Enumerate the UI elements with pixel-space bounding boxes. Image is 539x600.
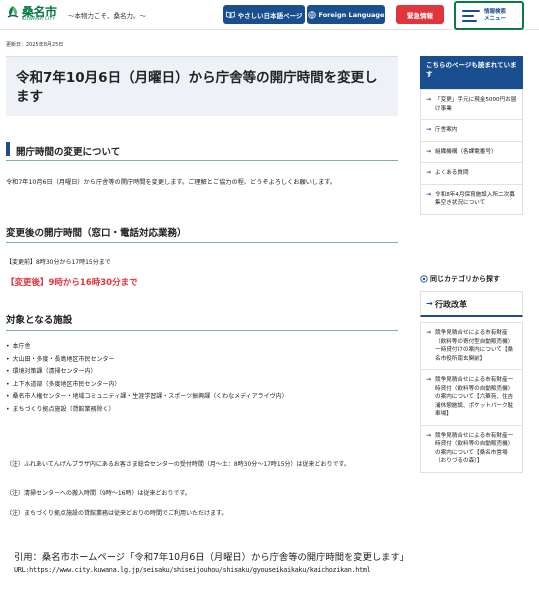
logo-mark-icon: [7, 6, 19, 18]
category-item-label: 競争見積合せによる市有財産（飲料等の寄付型自動販売機）一時貸付けの案内について【…: [435, 330, 514, 362]
arrow-right-icon: →: [426, 299, 433, 308]
note-customer-center: （注）ふれあいてんげんプラザ内にあるお客さま総合センターの受付時間（月～土：8時…: [6, 461, 350, 468]
list-item: まちづくり拠点施設（貸館業務除く）: [6, 404, 288, 417]
also-read-link-label: 令和8年4月保育施設入所二次募集空き状況について: [435, 191, 515, 207]
arrow-right-icon: →: [426, 329, 432, 336]
book-icon: [225, 11, 235, 18]
logo-subtitle: KUWANA CITY: [22, 17, 56, 22]
search-menu-button[interactable]: 情報検索 メニュー: [454, 1, 524, 30]
also-read-heading: こちらのページも読まれています: [420, 56, 523, 89]
site-header: 桑名市 KUWANA CITY ～本物力こそ、桑名力。～ やさしい日本語ページ …: [0, 0, 539, 30]
page-title: 令和7年10月6日（月曜日）から庁舎等の開庁時間を変更します: [16, 70, 378, 105]
category-link-label: 行政改革: [435, 300, 467, 309]
arrow-right-icon: →: [426, 96, 432, 103]
also-read-list: → 「変更」手元に現金5000円お届け事業 → 庁舎案内 → 組織機構（各課電番号） …: [420, 89, 523, 215]
arrow-right-icon: →: [426, 190, 432, 198]
arrow-right-icon: →: [426, 431, 432, 439]
section-heading-box: 開庁時間の変更について: [6, 141, 398, 161]
category-item-label: 競争見積合せによる市有財産一時貸付（飲料等の自動販売機）の案内について【六華苑、…: [435, 377, 514, 417]
also-read-link-label: 組織機構（各課電番号）: [435, 148, 497, 155]
list-item: 本庁舎: [6, 341, 288, 354]
globe-icon: [307, 10, 316, 19]
category-list: → 競争見積合せによる市有財産（飲料等の寄付型自動販売機）一時貸付けの案内について…: [420, 322, 523, 473]
heading-accent-bar: [6, 142, 10, 156]
category-item-link[interactable]: → 競争見積合せによる市有財産（飲料等の寄付型自動販売機）一時貸付けの案内について…: [421, 323, 522, 369]
facilities-heading: 対象となる施設: [6, 315, 73, 326]
also-read-link[interactable]: → 組織機構（各課電番号）: [421, 140, 522, 163]
also-read-link-label: よくある質問: [435, 170, 469, 176]
list-item: 環境対策課（清掃センター内）: [6, 366, 288, 379]
note-machizukuri: （注）まちづくり拠点施設の貸館業務は従来どおりの時間でご利用いただけます。: [6, 510, 228, 517]
category-item-link[interactable]: → 競争見積合せによる市有財産一時貸付（飲料等の自動販売機）の案内について【六華苑…: [421, 369, 522, 425]
category-item-link[interactable]: → 競争見積合せによる市有財産一時貸付（飲料等の自動販売機）の案内について【桑名市…: [421, 424, 522, 472]
note-cleaning-center: （注）清掃センターへの搬入時間（9時～16時）は従来どおりです。: [6, 490, 191, 497]
search-icon: [420, 275, 428, 283]
site-logo[interactable]: 桑名市 KUWANA CITY: [6, 4, 64, 26]
site-tagline: ～本物力こそ、桑名力。～: [68, 12, 146, 20]
category-link[interactable]: → 行政改革: [420, 291, 523, 317]
hours-after: 【変更後】9時から16時30分まで: [6, 278, 138, 288]
hours-heading: 変更後の開庁時間（窓口・電話対応業務）: [6, 228, 187, 239]
list-item: 大山田・多度・長島地区市民センター: [6, 354, 288, 367]
citation-text: 引用：桑名市ホームページ「令和7年10月6日（月曜日）から庁舎等の開庁時間を変更…: [14, 552, 410, 563]
foreign-language-button[interactable]: Foreign Language: [307, 5, 385, 24]
also-read-link[interactable]: → よくある質問: [421, 162, 522, 184]
also-read-link-label: 庁舎案内: [435, 127, 458, 133]
easy-japanese-label: やさしい日本語ページ: [237, 11, 303, 20]
menu-list-icon: [462, 9, 480, 23]
menu-label: 情報検索 メニュー: [484, 9, 506, 23]
also-read-link-label: 「変更」手元に現金5000円お届け事業: [435, 97, 517, 112]
list-item: 桑名市人権センター・地域コミュニティ課・生涯学習課・スポーツ振興課（くわなメディ…: [6, 391, 288, 404]
menu-label-line1: 情報検索: [484, 8, 507, 15]
easy-japanese-button[interactable]: やさしい日本語ページ: [223, 5, 305, 24]
arrow-right-icon: →: [426, 126, 432, 133]
urgent-info-label: 緊急情報: [407, 11, 433, 20]
updated-date: 更新日：2025年8月25日: [6, 42, 64, 48]
hours-before: 【変更前】8時30分から17時15分まで: [6, 259, 111, 266]
section-heading: 開庁時間の変更について: [16, 147, 121, 158]
facilities-list: 本庁舎 大山田・多度・長島地区市民センター 環境対策課（清掃センター内） 上下水…: [6, 341, 288, 416]
also-read-link[interactable]: → 「変更」手元に現金5000円お届け事業: [421, 89, 522, 119]
foreign-language-label: Foreign Language: [318, 10, 385, 19]
citation-url: URL:https://www.city.kuwana.lg.jp/seisak…: [14, 566, 371, 574]
urgent-info-button[interactable]: 緊急情報: [396, 5, 444, 24]
page-title-box: 令和7年10月6日（月曜日）から庁舎等の開庁時間を変更します: [6, 56, 398, 116]
arrow-right-icon: →: [426, 169, 432, 176]
hours-heading-box: 変更後の開庁時間（窓口・電話対応業務）: [6, 222, 398, 243]
category-item-label: 競争見積合せによる市有財産一時貸付（飲料等の自動販売機）の案内について【桑名市営…: [435, 432, 514, 465]
same-category-heading: 同じカテゴリから探す: [420, 274, 500, 284]
facilities-heading-box: 対象となる施設: [6, 309, 398, 331]
list-item: 上下水道部（多度地区市民センター内）: [6, 379, 288, 392]
also-read-link[interactable]: → 庁舎案内: [421, 119, 522, 141]
also-read-link[interactable]: → 令和8年4月保育施設入所二次募集空き状況について: [421, 183, 522, 214]
menu-label-line2: メニュー: [484, 15, 507, 22]
arrow-right-icon: →: [426, 147, 432, 155]
arrow-right-icon: →: [426, 376, 432, 383]
intro-paragraph: 令和7年10月6日（月曜日）から庁舎等の開庁時間を変更します。ご理解とご協力の程…: [6, 179, 337, 186]
same-category-label: 同じカテゴリから探す: [430, 275, 500, 283]
